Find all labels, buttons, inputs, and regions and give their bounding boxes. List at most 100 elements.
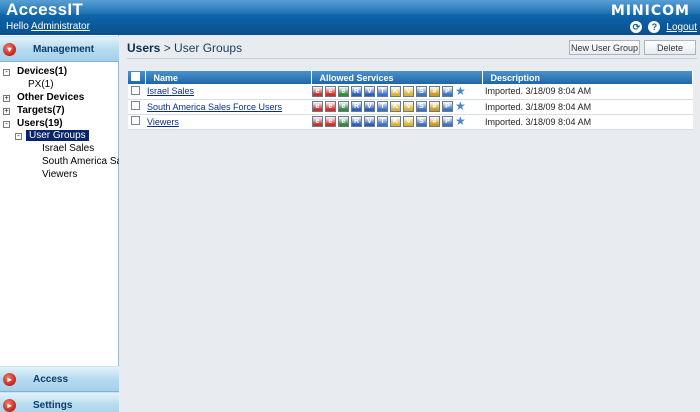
user-groups-table: Name Allowed Services Description Israel… (128, 71, 693, 130)
service-icons: e e e R V T K V S # P ★ (311, 85, 482, 97)
table-row[interactable]: Viewers e e e R V T K V S # P ★ Imported. 3/18/09 8:0… (128, 114, 693, 130)
ssh-icon[interactable]: e (338, 85, 349, 97)
breadcrumb-separator: > (160, 41, 175, 55)
vncv-icon[interactable]: V (403, 101, 414, 112)
tree-item-users[interactable]: Users(19) (17, 118, 63, 129)
group-name-link[interactable]: Israel Sales (145, 86, 194, 96)
serial-icon[interactable]: S (416, 116, 427, 127)
logout-link[interactable]: Logout (666, 22, 697, 33)
rdp-icon[interactable]: R (351, 116, 362, 127)
collapse-icon[interactable]: - (3, 121, 10, 128)
brand-logo: MINICOM (610, 3, 690, 19)
app-header: AccessIT Hello Administrator MINICOM ⟳ ?… (0, 0, 700, 35)
ssh-icon[interactable]: e (338, 101, 349, 112)
collapse-icon[interactable]: - (15, 133, 22, 140)
hello-prefix: Hello (6, 21, 29, 32)
section-label: Management (33, 44, 95, 55)
service-icons: e e e R V T K V S # P ★ (311, 100, 482, 112)
tree-item-devices[interactable]: Devices(1) (17, 66, 67, 77)
star-icon[interactable]: ★ (455, 85, 466, 97)
web-admin-icon[interactable]: e (325, 85, 336, 97)
sidebar-section-management[interactable]: ▾ Management (0, 36, 119, 62)
tree-item-group[interactable]: Viewers (42, 169, 77, 180)
tree-item-user-groups[interactable]: User Groups (26, 130, 89, 141)
table-row[interactable]: South America Sales Force Users e e e R V T K V S… (128, 99, 693, 115)
vnc-icon[interactable]: V (364, 101, 375, 112)
breadcrumb-root[interactable]: Users (127, 41, 160, 55)
ssh-icon[interactable]: e (338, 116, 349, 127)
serial-icon[interactable]: S (416, 101, 427, 112)
table-row[interactable]: Israel Sales e e e R V T K V S # P ★ Imported. 3/18/0… (128, 84, 693, 100)
power-icon[interactable]: P (442, 85, 453, 97)
tree-item-other-devices[interactable]: Other Devices (17, 92, 84, 103)
power-grid-icon[interactable]: # (429, 116, 440, 127)
user-link[interactable]: Administrator (31, 21, 90, 32)
refresh-icon[interactable]: ⟳ (630, 21, 643, 33)
rdp-icon[interactable]: R (351, 85, 362, 97)
table-header: Name Allowed Services Description (128, 71, 693, 84)
column-header-services[interactable]: Allowed Services (311, 71, 483, 84)
delete-button[interactable]: Delete (644, 40, 696, 55)
group-name-link[interactable]: South America Sales Force Users (145, 102, 282, 112)
sidebar: ▾ Management - Devices(1) PX(1) + Other … (0, 35, 119, 412)
kvm-icon[interactable]: K (390, 101, 401, 112)
sidebar-section-access[interactable]: ▸ Access (0, 366, 119, 392)
vncv-icon[interactable]: V (403, 116, 414, 127)
row-checkbox[interactable] (131, 116, 140, 125)
rdp-icon[interactable]: R (351, 101, 362, 112)
new-user-group-button[interactable]: New User Group (569, 40, 640, 55)
power-icon[interactable]: P (442, 101, 453, 112)
vnc-icon[interactable]: V (364, 85, 375, 97)
power-icon[interactable]: P (442, 116, 453, 127)
web-admin-icon[interactable]: e (325, 101, 336, 112)
header-icons: ⟳ ? Logout (630, 21, 697, 33)
app-title: AccessIT (6, 0, 84, 19)
kvm-icon[interactable]: K (390, 85, 401, 97)
telnet-icon[interactable]: T (377, 101, 388, 112)
select-all-checkbox[interactable] (131, 72, 140, 81)
power-grid-icon[interactable]: # (429, 85, 440, 97)
tree-item-targets[interactable]: Targets(7) (17, 105, 65, 116)
tree-item-px[interactable]: PX(1) (28, 79, 54, 90)
column-header-name[interactable]: Name (145, 71, 312, 84)
expand-icon: ▸ (3, 399, 16, 412)
expand-icon: ▾ (3, 43, 16, 56)
select-all-cell (128, 71, 146, 84)
web-service-icon[interactable]: e (312, 85, 323, 97)
vnc-icon[interactable]: V (364, 116, 375, 127)
help-icon[interactable]: ? (648, 21, 661, 33)
vncv-icon[interactable]: V (403, 85, 414, 97)
telnet-icon[interactable]: T (377, 85, 388, 97)
services-cell: e e e R V T K V S # P ★ (311, 84, 482, 100)
description-cell: Imported. 3/18/09 8:04 AM (482, 114, 693, 130)
web-service-icon[interactable]: e (312, 101, 323, 112)
expand-icon: ▸ (3, 373, 16, 386)
web-service-icon[interactable]: e (312, 116, 323, 127)
row-checkbox[interactable] (131, 85, 140, 95)
tree-item-group[interactable]: South America Sa (42, 156, 119, 167)
power-grid-icon[interactable]: # (429, 101, 440, 112)
expand-icon[interactable]: + (3, 108, 10, 115)
telnet-icon[interactable]: T (377, 116, 388, 127)
sidebar-section-settings[interactable]: ▸ Settings (0, 392, 119, 412)
group-name-link[interactable]: Viewers (145, 117, 179, 127)
breadcrumb: Users > User Groups (127, 41, 242, 55)
tree-item-group[interactable]: Israel Sales (42, 143, 94, 154)
web-admin-icon[interactable]: e (325, 116, 336, 127)
kvm-icon[interactable]: K (390, 116, 401, 127)
row-select-cell (128, 99, 145, 115)
description-cell: Imported. 3/18/09 8:04 AM (482, 99, 693, 115)
star-icon[interactable]: ★ (455, 115, 466, 127)
row-select-cell (128, 84, 145, 100)
name-cell: Israel Sales (145, 84, 311, 100)
row-select-cell (128, 114, 145, 130)
column-header-description[interactable]: Description (482, 71, 693, 84)
serial-icon[interactable]: S (416, 85, 427, 97)
expand-icon[interactable]: + (3, 95, 10, 102)
header-gloss (0, 0, 700, 14)
hello-text: Hello Administrator (6, 21, 90, 32)
collapse-icon[interactable]: - (3, 69, 10, 76)
services-cell: e e e R V T K V S # P ★ (311, 99, 482, 115)
row-checkbox[interactable] (131, 101, 140, 110)
star-icon[interactable]: ★ (455, 100, 466, 112)
